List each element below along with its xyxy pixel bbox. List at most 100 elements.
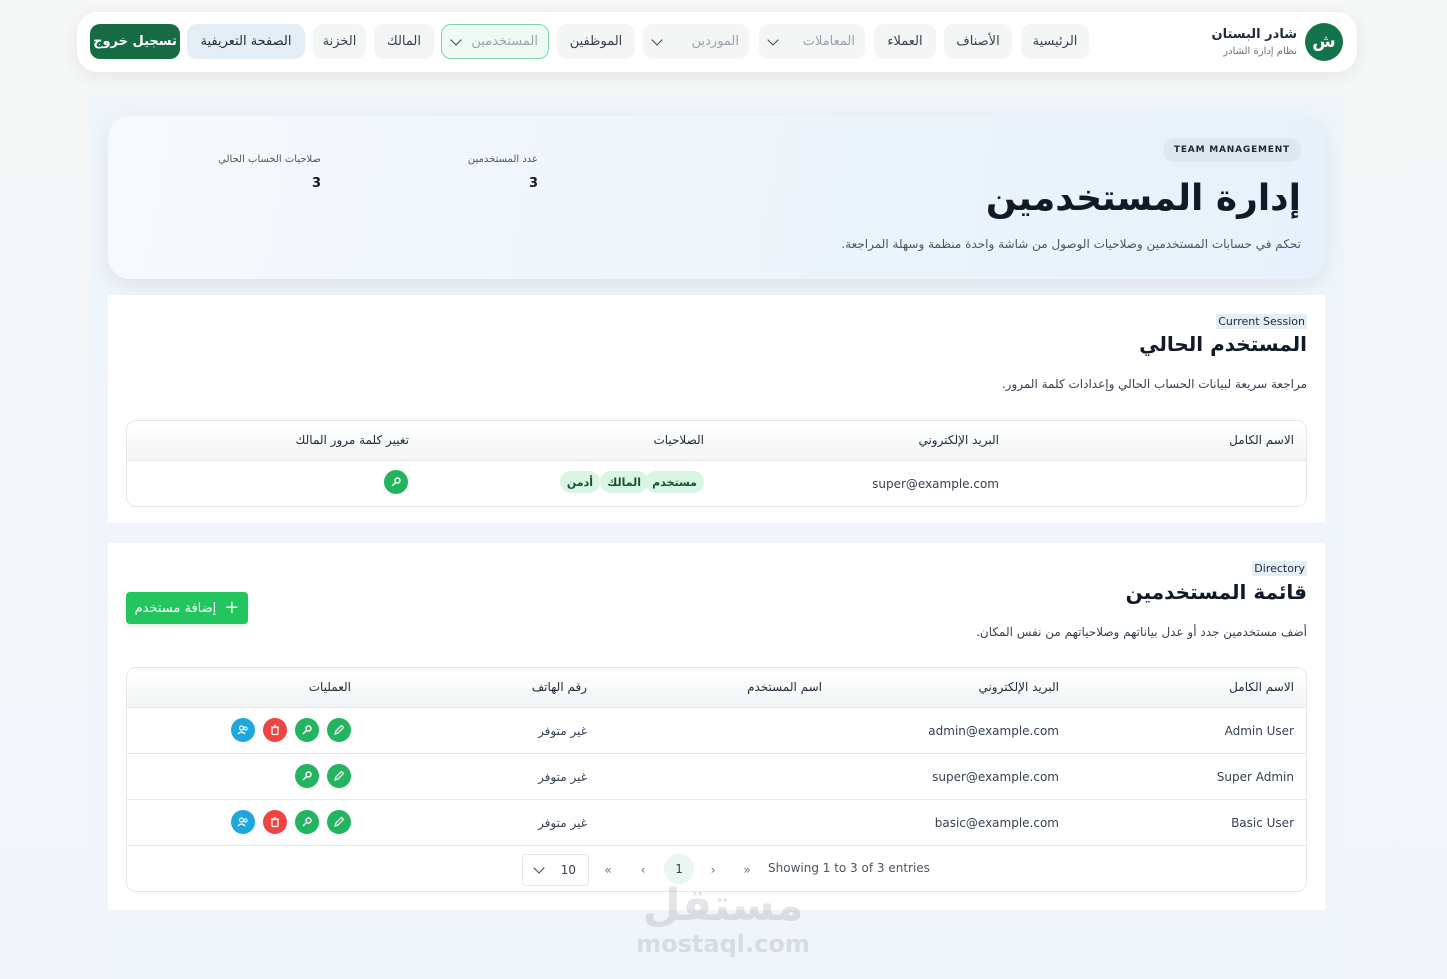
current-user-table: الاسم الكامل البريد الإلكتروني الصلاحيات… (126, 420, 1307, 507)
column-header: العمليات (308, 680, 351, 694)
users-table: الاسم الكامل البريد الإلكتروني اسم المست… (126, 667, 1307, 892)
page-size-select[interactable]: 10 (522, 854, 589, 886)
plus-icon: + (224, 597, 240, 618)
trash-icon (271, 724, 279, 736)
view-user-button[interactable] (295, 764, 319, 788)
first-page-button[interactable]: « (594, 858, 622, 882)
cell-email: super@example.com (932, 770, 1059, 784)
page-number-button[interactable]: 1 (664, 854, 694, 884)
key-icon (302, 817, 312, 827)
top-navbar: ش شادر البستان نظام إدارة الشادر الرئيسي… (77, 12, 1357, 72)
nav-suppliers-dropdown[interactable]: الموردين (643, 24, 749, 59)
nav-employees-label: الموظفين (569, 34, 623, 49)
last-page-button[interactable]: » (733, 858, 761, 882)
table-row: Super Admin super@example.com غير متوفر (127, 754, 1306, 800)
nav-transactions-label: المعاملات (802, 34, 855, 49)
section-description: مراجعة سريعة لبيانات الحساب الحالي وإعدا… (1001, 377, 1307, 391)
nav-profile-page[interactable]: الصفحة التعريفية (187, 24, 305, 59)
prev-page-button[interactable]: ‹ (629, 858, 657, 882)
column-header: الاسم الكامل (1229, 433, 1294, 447)
cell-email: basic@example.com (934, 816, 1059, 830)
add-user-label: إضافة مستخدم (134, 600, 217, 616)
role-chip: أدمن (559, 471, 600, 493)
change-password-button[interactable] (384, 470, 408, 494)
add-user-button[interactable]: + إضافة مستخدم (126, 592, 248, 624)
section-description: أضف مستخدمين جدد أو عدل بياناتهم وصلاحيا… (976, 625, 1307, 639)
delete-user-button[interactable] (263, 718, 287, 742)
page-title: إدارة المستخدمين (985, 178, 1301, 219)
hero-badge: TEAM MANAGEMENT (1162, 138, 1301, 162)
next-page-button[interactable]: › (699, 858, 727, 882)
table-row: super@example.com مستخدم المالك أدمن (127, 461, 1306, 507)
nav-users-label: المستخدمين (471, 34, 538, 49)
brand-logo: ش (1305, 23, 1343, 61)
current-user-email: super@example.com (872, 477, 999, 491)
user-roles-button[interactable] (231, 718, 255, 742)
current-session-section: Current Session المستخدم الحالي مراجعة س… (108, 295, 1325, 523)
nav-suppliers-label: الموردين (691, 34, 739, 49)
role-chip: مستخدم (645, 471, 704, 493)
brand-name: شادر البستان (1211, 27, 1297, 42)
nav-treasury-label: الخزنة (322, 34, 357, 49)
cell-phone: غير متوفر (538, 770, 587, 784)
key-icon (391, 477, 401, 487)
chevron-down-icon (533, 862, 545, 874)
nav-customers-label: العملاء (887, 34, 923, 49)
stat-permissions-label: صلاحيات الحساب الحالي (218, 154, 321, 165)
nav-users-dropdown[interactable]: المستخدمين (441, 24, 549, 59)
nav-owner[interactable]: المالك (374, 24, 434, 59)
view-user-button[interactable] (295, 810, 319, 834)
nav-categories-label: الأصناف (956, 34, 1000, 49)
chevron-down-icon (651, 33, 663, 46)
edit-user-button[interactable] (327, 764, 351, 788)
page-size-value: 10 (560, 863, 576, 877)
page-description: تحكم في حسابات المستخدمين وصلاحيات الوصو… (841, 237, 1301, 251)
logout-button[interactable]: تسجيل خروج (90, 24, 180, 59)
view-user-button[interactable] (295, 718, 319, 742)
users-directory-section: Directory قائمة المستخدمين أضف مستخدمين … (108, 543, 1325, 910)
cell-fullname: Super Admin (1216, 770, 1294, 784)
column-header: البريد الإلكتروني (978, 680, 1059, 694)
nav-profile-label: الصفحة التعريفية (200, 34, 292, 49)
nav-treasury[interactable]: الخزنة (313, 24, 366, 59)
chevron-down-icon (450, 33, 462, 46)
chevron-down-icon (767, 33, 779, 46)
brand-subtitle: نظام إدارة الشادر (1223, 46, 1297, 57)
cell-fullname: Basic User (1231, 816, 1294, 830)
nav-customers[interactable]: العملاء (874, 24, 936, 59)
pagination: 10 « ‹ 1 › » Showing 1 to 3 of 3 entries (127, 846, 1306, 891)
logout-label: تسجيل خروج (93, 34, 177, 49)
stat-users-count-value: 3 (528, 176, 538, 191)
trash-icon (271, 816, 279, 828)
role-chip: المالك (600, 471, 648, 493)
pencil-icon (334, 724, 345, 735)
edit-user-button[interactable] (327, 810, 351, 834)
nav-transactions-dropdown[interactable]: المعاملات (759, 24, 865, 59)
nav-employees[interactable]: الموظفين (557, 24, 635, 59)
user-roles-button[interactable] (231, 810, 255, 834)
column-header: البريد الإلكتروني (918, 433, 999, 447)
cell-phone: غير متوفر (538, 816, 587, 830)
users-icon (237, 725, 248, 735)
nav-owner-label: المالك (387, 34, 421, 49)
column-header: الاسم الكامل (1229, 680, 1294, 694)
section-tag: Current Session (1216, 314, 1307, 329)
table-row: Admin User admin@example.com غير متوفر (127, 708, 1306, 754)
edit-user-button[interactable] (327, 718, 351, 742)
stat-permissions-value: 3 (311, 176, 321, 191)
pagination-info: Showing 1 to 3 of 3 entries (768, 861, 930, 875)
nav-categories[interactable]: الأصناف (944, 24, 1012, 59)
key-icon (302, 771, 312, 781)
pencil-icon (334, 770, 345, 781)
nav-home[interactable]: الرئيسية (1021, 24, 1089, 59)
section-tag: Directory (1252, 561, 1307, 576)
cell-fullname: Admin User (1224, 724, 1294, 738)
table-header: الاسم الكامل البريد الإلكتروني الصلاحيات… (127, 421, 1306, 461)
divider (422, 506, 718, 507)
delete-user-button[interactable] (263, 810, 287, 834)
column-header: رقم الهاتف (531, 680, 587, 694)
table-row: Basic User basic@example.com غير متوفر (127, 800, 1306, 846)
table-header: الاسم الكامل البريد الإلكتروني اسم المست… (127, 668, 1306, 708)
section-title: المستخدم الحالي (1139, 332, 1307, 356)
cell-email: admin@example.com (928, 724, 1059, 738)
